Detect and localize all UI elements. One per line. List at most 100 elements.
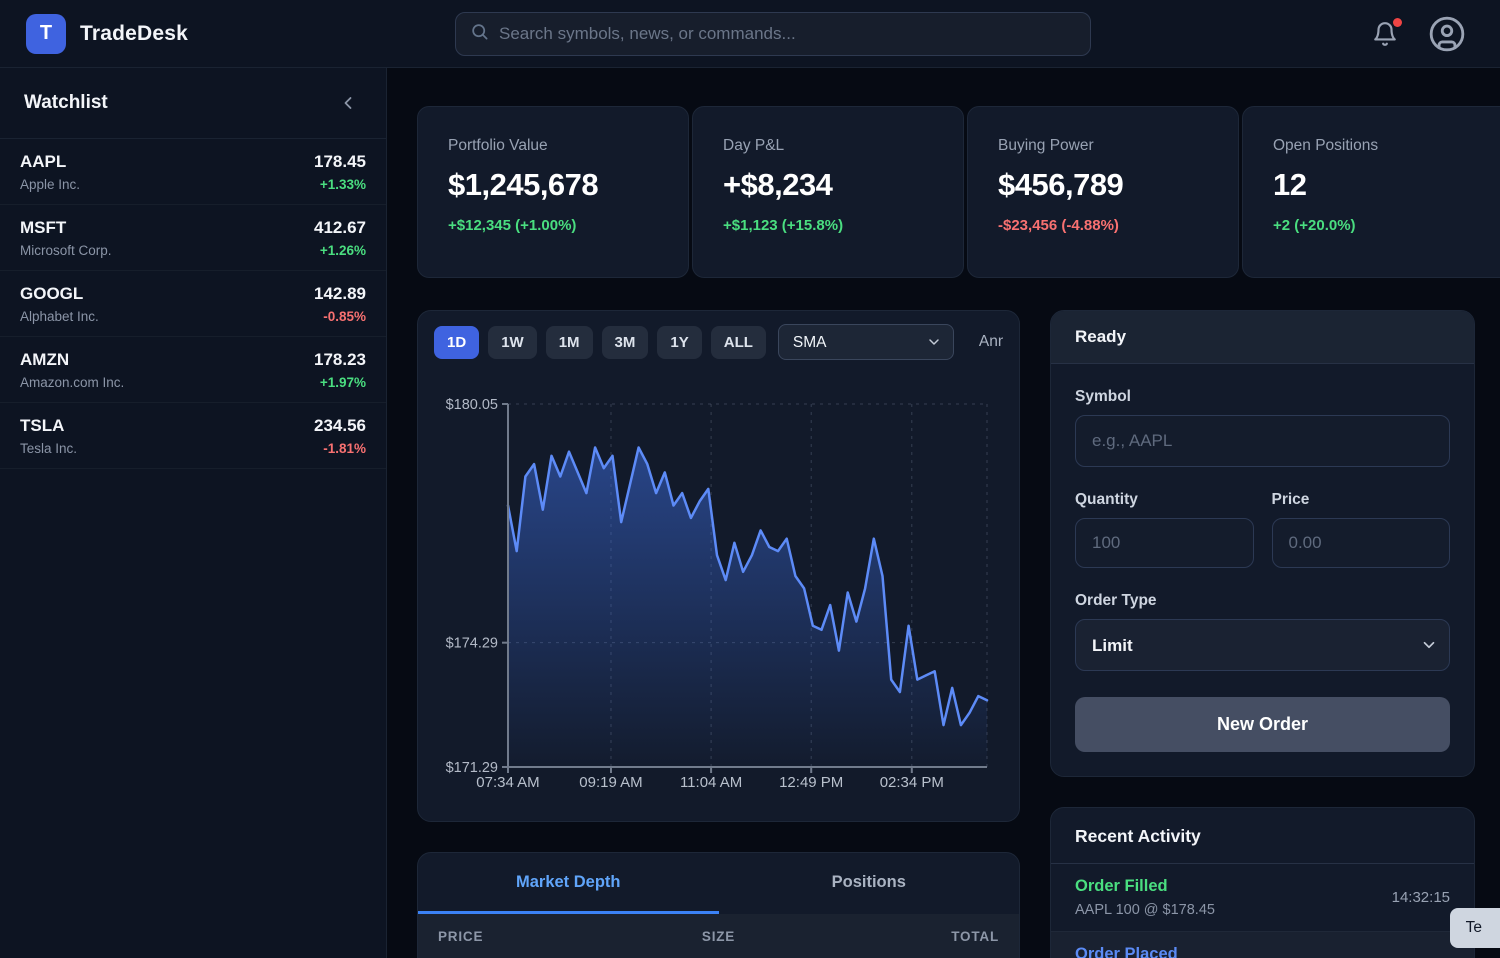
price-chart[interactable]: $180.05$174.29$171.2907:34 AM09:19 AM11:… [418, 360, 1020, 822]
order-type-select[interactable]: Limit [1075, 619, 1450, 671]
svg-text:12:49 PM: 12:49 PM [779, 774, 843, 791]
stat-value: $1,245,678 [448, 167, 662, 203]
timeframe-button-1y[interactable]: 1Y [657, 326, 701, 359]
watchlist-price: 178.23 [314, 350, 366, 370]
watchlist-item[interactable]: TSLA Tesla Inc. 234.56 -1.81% [0, 403, 386, 469]
activity-time: 14:32:15 [1392, 889, 1450, 906]
order-status: Ready [1051, 311, 1474, 364]
watchlist-change: +1.33% [314, 177, 366, 192]
stat-card: Portfolio Value $1,245,678 +$12,345 (+1.… [417, 106, 689, 278]
collapse-sidebar-button[interactable] [334, 89, 362, 117]
watchlist-company: Tesla Inc. [20, 441, 77, 456]
watchlist-change: +1.26% [314, 243, 366, 258]
svg-text:$180.05: $180.05 [446, 397, 498, 413]
watchlist-item[interactable]: MSFT Microsoft Corp. 412.67 +1.26% [0, 205, 386, 271]
stats-row: Portfolio Value $1,245,678 +$12,345 (+1.… [417, 106, 1500, 278]
activity-rows: Order Filled AAPL 100 @ $178.45 14:32:15… [1051, 864, 1474, 958]
price-field[interactable] [1272, 518, 1451, 568]
stat-card: Buying Power $456,789 -$23,456 (-4.88%) [967, 106, 1239, 278]
watchlist-change: +1.97% [314, 375, 366, 390]
price-chart-card: 1D1W1M3M1YALL SMA Anno $180.05$174.29$17… [417, 310, 1020, 822]
recent-activity-panel: Recent Activity Order Filled AAPL 100 @ … [1050, 807, 1475, 958]
timeframe-button-all[interactable]: ALL [711, 326, 766, 359]
activity-detail: AAPL 100 @ $178.45 [1075, 902, 1215, 918]
panel-tabs: Market DepthPositions [418, 853, 1019, 914]
column-header-total: TOTAL [812, 929, 999, 944]
watchlist-sidebar: Watchlist AAPL Apple Inc. 178.45 +1.33% … [0, 68, 387, 958]
svg-text:11:04 AM: 11:04 AM [680, 774, 742, 791]
tab-market-depth[interactable]: Market Depth [418, 853, 719, 914]
chevron-left-icon [338, 93, 358, 113]
watchlist-symbol: AAPL [20, 152, 80, 172]
stat-value: $456,789 [998, 167, 1212, 203]
column-header-size: SIZE [625, 929, 812, 944]
quantity-label: Quantity [1075, 491, 1254, 509]
svg-text:02:34 PM: 02:34 PM [880, 774, 944, 791]
timeframe-button-1w[interactable]: 1W [488, 326, 537, 359]
activity-row[interactable]: Order Placed MSFT 50 @ $412.50 Limit 14:… [1051, 931, 1474, 958]
watchlist-price: 142.89 [314, 284, 366, 304]
activity-title: Order Placed [1075, 945, 1244, 958]
watchlist-item[interactable]: AMZN Amazon.com Inc. 178.23 +1.97% [0, 337, 386, 403]
user-avatar-button[interactable] [1428, 15, 1466, 53]
watchlist-item[interactable]: AAPL Apple Inc. 178.45 +1.33% [0, 139, 386, 205]
activity-row[interactable]: Order Filled AAPL 100 @ $178.45 14:32:15 [1051, 864, 1474, 931]
watchlist-change: -0.85% [314, 309, 366, 324]
chart-toolbar: 1D 1W 1M 3M1Y ALL SMA Anno [418, 311, 1019, 360]
notifications-button[interactable] [1372, 21, 1398, 47]
stat-change: +$12,345 (+1.00%) [448, 217, 662, 234]
main-content: Portfolio Value $1,245,678 +$12,345 (+1.… [387, 68, 1500, 958]
watchlist-title: Watchlist [24, 92, 108, 114]
symbol-field[interactable] [1075, 415, 1450, 467]
indicator-select[interactable]: SMA [778, 324, 954, 360]
order-form-panel: Ready Symbol Quantity Price [1050, 310, 1475, 777]
stat-label: Day P&L [723, 137, 937, 155]
search-icon [470, 22, 489, 46]
svg-text:09:19 AM: 09:19 AM [579, 774, 642, 791]
app-logo[interactable]: T TradeDesk [26, 14, 188, 54]
svg-text:07:34 AM: 07:34 AM [476, 774, 539, 791]
stat-card: Open Positions 12 +2 (+20.0%) [1242, 106, 1500, 278]
stat-change: +$1,123 (+15.8%) [723, 217, 937, 234]
watchlist-price: 412.67 [314, 218, 366, 238]
notification-badge [1393, 18, 1402, 27]
timeframe-button-3m[interactable]: 3M [602, 326, 649, 359]
stat-label: Buying Power [998, 137, 1212, 155]
symbol-label: Symbol [1075, 388, 1450, 406]
timeframe-button-1d[interactable]: 1D [434, 326, 479, 359]
user-icon [1428, 15, 1466, 53]
timeframe-button-1m[interactable]: 1M [546, 326, 593, 359]
watchlist-price: 234.56 [314, 416, 366, 436]
watchlist-company: Apple Inc. [20, 177, 80, 192]
logo-icon: T [26, 14, 66, 54]
depth-table-header: PRICESIZETOTAL [418, 914, 1019, 958]
stat-card: Day P&L +$8,234 +$1,123 (+15.8%) [692, 106, 964, 278]
timeframe-buttons: 1D 1W 1M 3M1Y ALL [434, 326, 766, 359]
watchlist-price: 178.45 [314, 152, 366, 172]
watchlist-company: Alphabet Inc. [20, 309, 99, 324]
search-input[interactable] [499, 24, 1076, 44]
watchlist-company: Microsoft Corp. [20, 243, 112, 258]
watchlist-company: Amazon.com Inc. [20, 375, 124, 390]
global-search[interactable] [455, 12, 1091, 56]
quantity-field[interactable] [1075, 518, 1254, 568]
stat-change: -$23,456 (-4.88%) [998, 217, 1212, 234]
toast[interactable]: Te [1450, 908, 1500, 948]
price-label: Price [1272, 491, 1451, 509]
column-header-price: PRICE [438, 929, 625, 944]
watchlist-symbol: AMZN [20, 350, 124, 370]
new-order-button[interactable]: New Order [1075, 697, 1450, 752]
watchlist-symbol: TSLA [20, 416, 77, 436]
watchlist-symbol: GOOGL [20, 284, 99, 304]
top-nav: T TradeDesk [0, 0, 1500, 68]
watchlist-change: -1.81% [314, 441, 366, 456]
recent-activity-title: Recent Activity [1051, 808, 1474, 864]
stat-label: Open Positions [1273, 137, 1487, 155]
tab-positions[interactable]: Positions [719, 853, 1020, 914]
stat-value: 12 [1273, 167, 1487, 203]
watchlist-item[interactable]: GOOGL Alphabet Inc. 142.89 -0.85% [0, 271, 386, 337]
annotate-button[interactable]: Anno [979, 333, 1003, 351]
order-type-label: Order Type [1075, 592, 1450, 610]
stat-label: Portfolio Value [448, 137, 662, 155]
stat-value: +$8,234 [723, 167, 937, 203]
